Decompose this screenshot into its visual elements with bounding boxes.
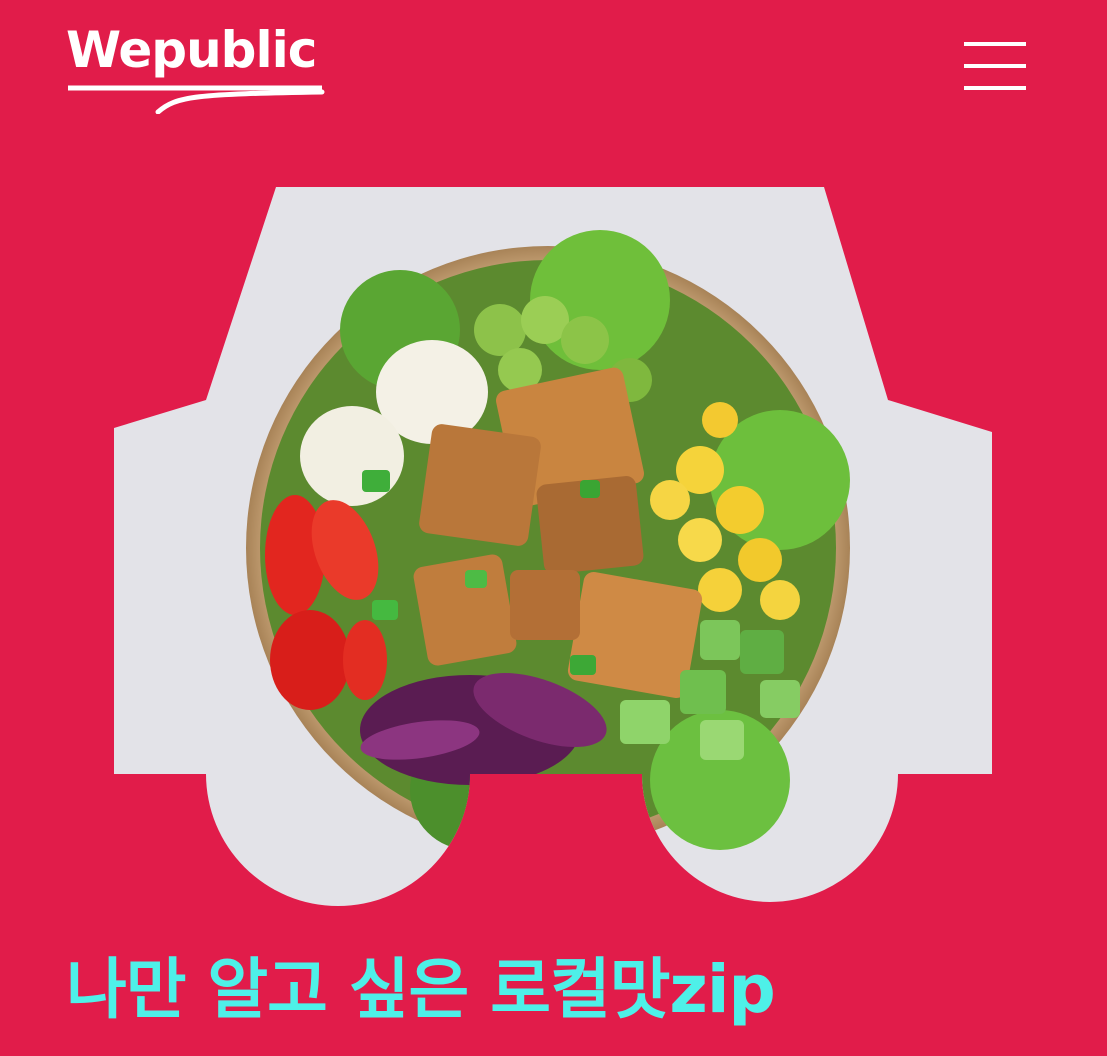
- hamburger-menu-icon[interactable]: [962, 38, 1028, 94]
- logo-underline: [68, 85, 325, 114]
- menu-line: [964, 86, 1026, 90]
- menu-line: [964, 42, 1026, 46]
- logo-text: Wepublic: [66, 21, 317, 79]
- app-root: Wepublic 나만 알고 싶은 로컬맛zip: [0, 0, 1107, 1056]
- brand-logo[interactable]: Wepublic: [66, 20, 326, 120]
- hero-image: [114, 187, 992, 906]
- page-title: 나만 알고 싶은 로컬맛zip: [66, 951, 776, 1028]
- menu-line: [964, 64, 1026, 68]
- car-shaped-photo: [114, 187, 992, 906]
